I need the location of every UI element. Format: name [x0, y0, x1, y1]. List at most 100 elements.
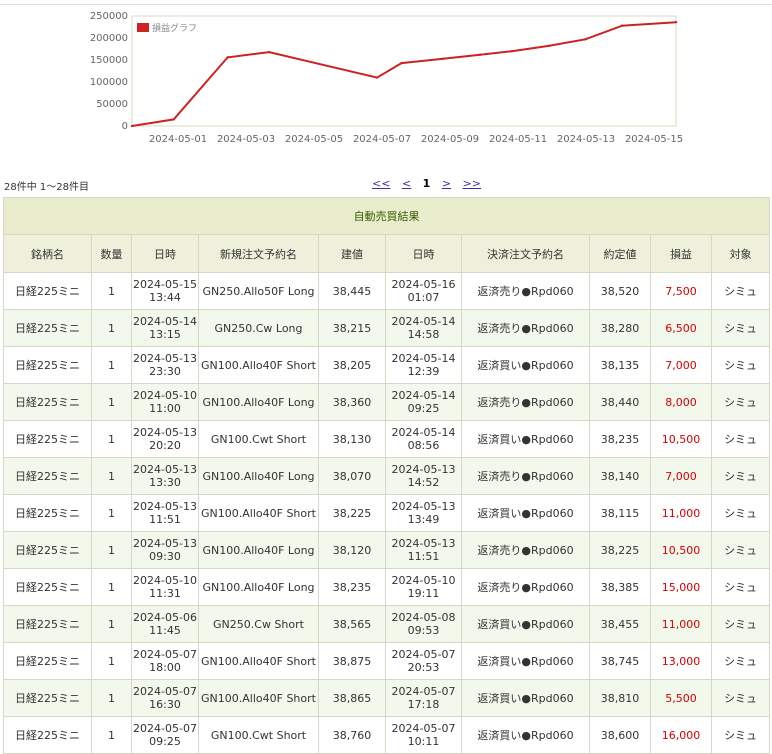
- open-datetime-cell: 2024-05-13 23:30: [131, 346, 199, 384]
- instrument-cell: 日経225ミニ: [3, 568, 92, 606]
- exit-order-cell: 返済売り●Rpd060: [461, 383, 590, 421]
- open-price-cell: 38,565: [318, 605, 386, 643]
- table-row: 日経225ミニ 1 2024-05-10 11:00 GN100.Allo40F Lon…: [3, 383, 771, 421]
- profit-series-point: [130, 124, 134, 128]
- exit-order-cell: 返済売り●Rpd060: [461, 272, 590, 310]
- open-price-cell: 38,760: [318, 716, 386, 754]
- entry-order-cell: GN100.Allo40F Long: [198, 457, 319, 495]
- open-time: 13:15: [149, 328, 181, 341]
- profit-series-point: [510, 50, 514, 53]
- close-time: 09:53: [407, 624, 440, 637]
- entry-order-cell: GN100.Cwt Short: [198, 716, 319, 754]
- close-price-cell: 38,745: [589, 642, 651, 680]
- quantity-cell: 1: [91, 457, 132, 495]
- top-divider: [0, 4, 772, 5]
- open-datetime-cell: 2024-05-07 18:00: [131, 642, 199, 680]
- profit-series-point: [268, 50, 271, 54]
- open-time: 09:25: [149, 735, 181, 748]
- open-price-cell: 38,875: [318, 642, 386, 680]
- profit-series-point: [172, 118, 175, 121]
- close-time: 09:25: [407, 402, 440, 415]
- open-date: 2024-05-13: [133, 537, 197, 550]
- open-datetime-cell: 2024-05-06 11:45: [131, 605, 199, 643]
- target-cell: シミュ: [710, 272, 771, 310]
- column-header: 新規注文予約名: [198, 234, 319, 273]
- open-price-cell: 38,215: [318, 309, 386, 347]
- profit-loss-cell: 10,500: [650, 420, 712, 458]
- x-tick-label: 2024-05-05: [285, 134, 343, 145]
- open-date: 2024-05-13: [133, 426, 197, 439]
- table-row: 日経225ミニ 1 2024-05-13 20:20 GN100.Cwt Short 38…: [3, 420, 771, 458]
- close-price-cell: 38,520: [589, 272, 651, 310]
- close-date: 2024-05-13: [391, 463, 456, 476]
- open-datetime-cell: 2024-05-13 20:20: [131, 420, 199, 458]
- open-price-cell: 38,865: [318, 679, 386, 717]
- pager-last-link[interactable]: >>: [463, 177, 481, 190]
- profit-chart: 0 50000 100000 150000 200000 250000 2024-05-01…: [0, 6, 772, 152]
- target-cell: シミュ: [710, 494, 771, 532]
- exit-order-cell: 返済売り●Rpd060: [461, 309, 590, 347]
- open-time: 18:00: [149, 661, 181, 674]
- exit-order-cell: 返済売り●Rpd060: [461, 568, 590, 606]
- target-cell: シミュ: [710, 568, 771, 606]
- x-tick-label: 2024-05-11: [489, 134, 547, 145]
- close-time: 14:58: [407, 328, 440, 341]
- open-date: 2024-05-06: [133, 611, 197, 624]
- close-date: 2024-05-08: [391, 611, 456, 624]
- x-tick-label: 2024-05-07: [353, 134, 411, 145]
- open-datetime-cell: 2024-05-13 11:51: [131, 494, 199, 532]
- exit-order-cell: 返済売り●Rpd060: [461, 457, 590, 495]
- open-datetime-cell: 2024-05-13 13:30: [131, 457, 199, 495]
- close-time: 08:56: [407, 439, 440, 452]
- open-datetime-cell: 2024-05-15 13:44: [131, 272, 199, 310]
- pager-prev-link[interactable]: <: [402, 177, 411, 190]
- quantity-cell: 1: [91, 568, 132, 606]
- exit-order-cell: 返済買い●Rpd060: [461, 346, 590, 384]
- close-time: 19:11: [407, 587, 440, 600]
- close-date: 2024-05-14: [391, 315, 456, 328]
- instrument-cell: 日経225ミニ: [3, 605, 92, 643]
- instrument-cell: 日経225ミニ: [3, 642, 92, 680]
- exit-order-cell: 返済買い●Rpd060: [461, 494, 590, 532]
- profit-series-point: [620, 24, 624, 27]
- y-tick-label: 0: [122, 121, 128, 132]
- close-datetime-cell: 2024-05-16 01:07: [385, 272, 462, 310]
- y-tick-label: 150000: [90, 55, 128, 66]
- close-date: 2024-05-14: [391, 352, 456, 365]
- quantity-cell: 1: [91, 716, 132, 754]
- close-price-cell: 38,385: [589, 568, 651, 606]
- close-price-cell: 38,115: [589, 494, 651, 532]
- open-date: 2024-05-10: [133, 574, 197, 587]
- table-row: 日経225ミニ 1 2024-05-14 13:15 GN250.Cw Long 38,2…: [3, 309, 771, 347]
- open-datetime-cell: 2024-05-10 11:31: [131, 568, 199, 606]
- open-datetime-cell: 2024-05-10 11:00: [131, 383, 199, 421]
- open-time: 20:20: [149, 439, 181, 452]
- open-price-cell: 38,130: [318, 420, 386, 458]
- column-header: 日時: [131, 234, 199, 273]
- quantity-cell: 1: [91, 272, 132, 310]
- column-header: 損益: [650, 234, 712, 273]
- profit-series-point: [226, 56, 229, 59]
- open-datetime-cell: 2024-05-07 09:25: [131, 716, 199, 754]
- close-datetime-cell: 2024-05-13 11:51: [385, 531, 462, 569]
- entry-order-cell: GN100.Allo40F Short: [198, 679, 319, 717]
- pager-first-link[interactable]: <<: [372, 177, 390, 190]
- open-price-cell: 38,120: [318, 531, 386, 569]
- x-tick-label: 2024-05-03: [217, 134, 275, 145]
- close-price-cell: 38,235: [589, 420, 651, 458]
- profit-loss-cell: 8,000: [650, 383, 712, 421]
- instrument-cell: 日経225ミニ: [3, 346, 92, 384]
- pager-next-link[interactable]: >: [442, 177, 451, 190]
- close-datetime-cell: 2024-05-14 09:25: [385, 383, 462, 421]
- profit-loss-cell: 6,500: [650, 309, 712, 347]
- open-time: 13:30: [149, 476, 181, 489]
- open-date: 2024-05-07: [133, 685, 197, 698]
- auto-trade-results-table: 自動売買結果 銘柄名 数量 日時 新規注文予約名 建値 日時 決済注文予約名 約定値 損益 対象 …: [2, 197, 771, 754]
- profit-loss-cell: 7,000: [650, 457, 712, 495]
- exit-order-cell: 返済買い●Rpd060: [461, 679, 590, 717]
- profit-series-point: [442, 57, 445, 60]
- open-price-cell: 38,445: [318, 272, 386, 310]
- exit-order-cell: 返済売り●Rpd060: [461, 531, 590, 569]
- close-price-cell: 38,135: [589, 346, 651, 384]
- close-date: 2024-05-16: [391, 278, 456, 291]
